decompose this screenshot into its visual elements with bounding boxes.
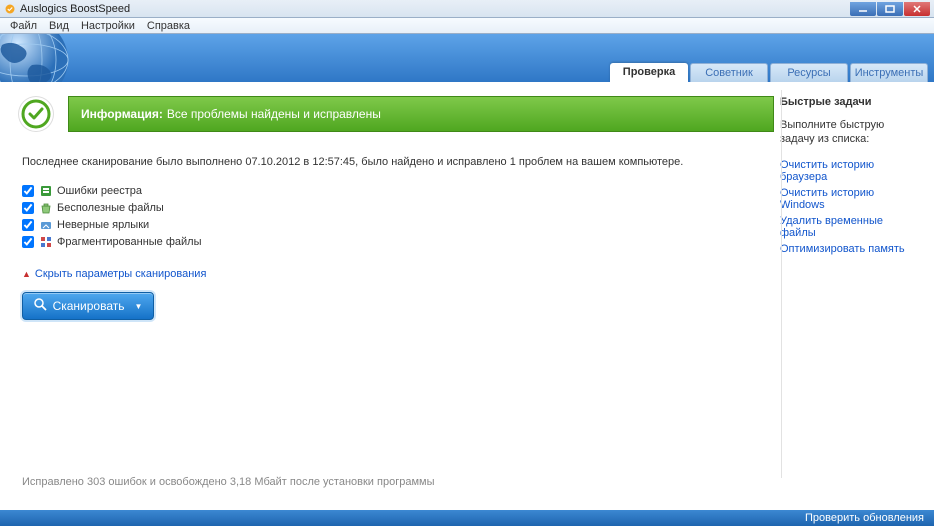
close-button[interactable] — [904, 2, 930, 16]
collapse-arrow-icon: ▲ — [22, 269, 31, 279]
check-label: Ошибки реестра — [57, 185, 142, 197]
checkbox-registry[interactable] — [22, 185, 34, 197]
registry-icon — [40, 185, 52, 197]
magnifier-icon — [34, 298, 47, 314]
success-check-icon — [18, 96, 54, 132]
tab-bar: Проверка системы Советник Ресурсы Инстру… — [610, 63, 928, 82]
frag-icon — [40, 236, 52, 248]
scan-button[interactable]: Сканировать ▼ — [22, 292, 154, 320]
check-label: Фрагментированные файлы — [57, 236, 202, 248]
tab-tools[interactable]: Инструменты — [850, 63, 928, 82]
statusbar: Проверить обновления — [0, 510, 934, 526]
footer-summary-text: Исправлено 303 ошибок и освобождено 3,18… — [22, 476, 434, 488]
toggle-scan-params-link[interactable]: ▲ Скрыть параметры сканирования — [22, 268, 774, 280]
shortcut-icon — [40, 219, 52, 231]
vertical-divider — [781, 90, 782, 478]
app-icon — [4, 3, 16, 15]
link-optimize-memory[interactable]: Оптимизировать память — [780, 243, 916, 255]
titlebar: Auslogics BoostSpeed — [0, 0, 934, 18]
check-label: Бесполезные файлы — [57, 202, 164, 214]
menu-view[interactable]: Вид — [43, 20, 75, 32]
header-banner: Проверка системы Советник Ресурсы Инстру… — [0, 34, 934, 82]
check-registry-errors: Ошибки реестра — [22, 182, 774, 199]
menu-file[interactable]: Файл — [4, 20, 43, 32]
scan-options-list: Ошибки реестра Бесполезные файлы Неверны… — [22, 182, 774, 250]
sidebar-subtitle: Выполните быструю задачу из списка: — [780, 118, 916, 147]
menubar: Файл Вид Настройки Справка — [0, 18, 934, 34]
menu-settings[interactable]: Настройки — [75, 20, 141, 32]
link-delete-temp-files[interactable]: Удалить временные файлы — [780, 215, 916, 239]
tab-system-check[interactable]: Проверка системы — [610, 63, 688, 82]
dropdown-arrow-icon: ▼ — [135, 302, 143, 311]
globe-icon — [0, 34, 92, 82]
info-title: Информация: — [81, 107, 163, 121]
link-clear-windows-history[interactable]: Очистить историю Windows — [780, 187, 916, 211]
sidebar-quick-tasks: Быстрые задачи Выполните быструю задачу … — [780, 96, 916, 486]
tab-advisor[interactable]: Советник — [690, 63, 768, 82]
content-area: Информация: Все проблемы найдены и испра… — [0, 82, 934, 496]
checkbox-shortcuts[interactable] — [22, 219, 34, 231]
info-message: Все проблемы найдены и исправлены — [167, 107, 381, 121]
main-panel: Информация: Все проблемы найдены и испра… — [18, 96, 774, 486]
window-controls — [849, 2, 930, 16]
link-clear-browser-history[interactable]: Очистить историю браузера — [780, 159, 916, 183]
check-broken-shortcuts: Неверные ярлыки — [22, 216, 774, 233]
checkbox-junk[interactable] — [22, 202, 34, 214]
window-title: Auslogics BoostSpeed — [20, 3, 849, 15]
check-updates-link[interactable]: Проверить обновления — [805, 512, 924, 524]
checkbox-frag[interactable] — [22, 236, 34, 248]
scan-button-label: Сканировать — [53, 299, 125, 313]
check-label: Неверные ярлыки — [57, 219, 149, 231]
info-bar: Информация: Все проблемы найдены и испра… — [68, 96, 774, 132]
scan-summary-text: Последнее сканирование было выполнено 07… — [22, 156, 774, 168]
toggle-label: Скрыть параметры сканирования — [35, 268, 207, 280]
check-fragmented-files: Фрагментированные файлы — [22, 233, 774, 250]
check-junk-files: Бесполезные файлы — [22, 199, 774, 216]
minimize-button[interactable] — [850, 2, 876, 16]
tab-resources[interactable]: Ресурсы — [770, 63, 848, 82]
sidebar-heading: Быстрые задачи — [780, 96, 916, 108]
maximize-button[interactable] — [877, 2, 903, 16]
junk-icon — [40, 202, 52, 214]
menu-help[interactable]: Справка — [141, 20, 196, 32]
